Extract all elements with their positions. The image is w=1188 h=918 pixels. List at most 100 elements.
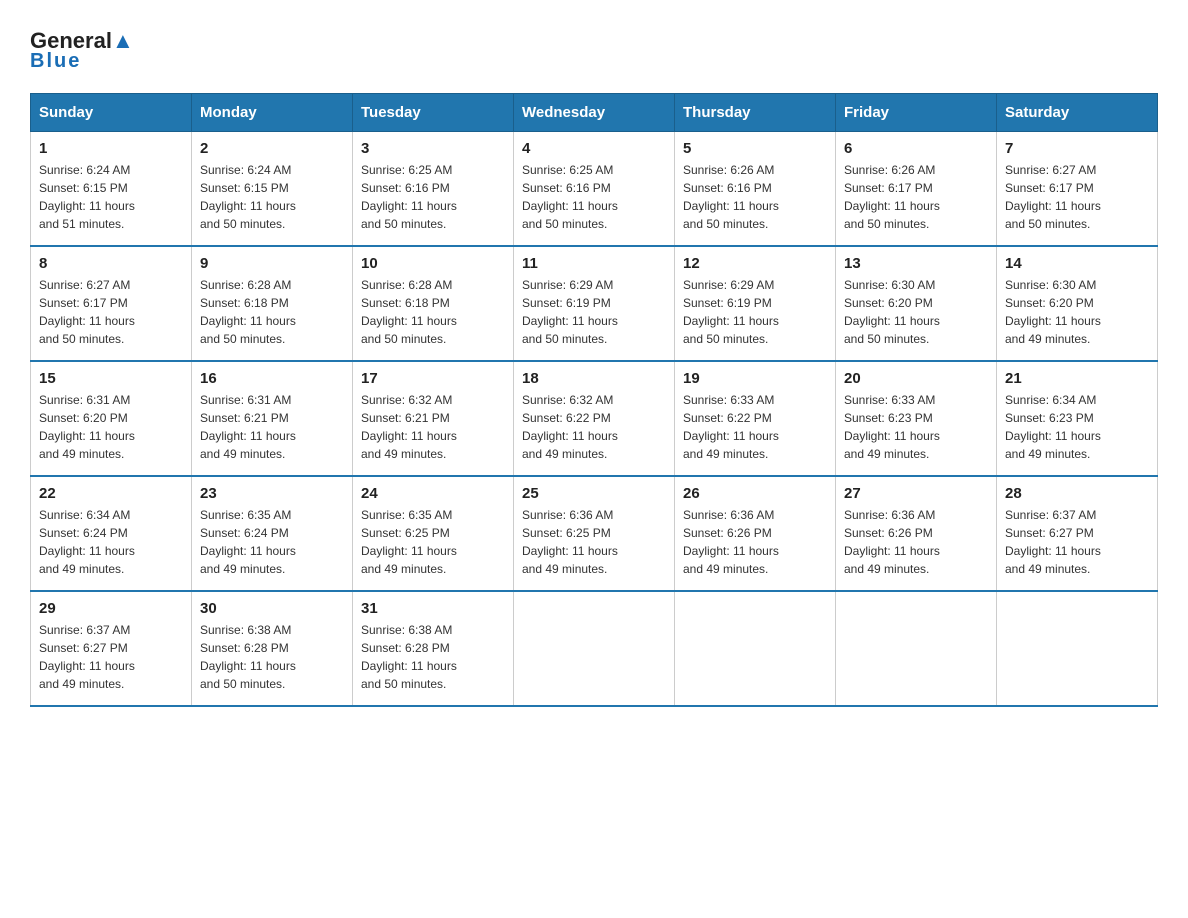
- day-info: Sunrise: 6:25 AM Sunset: 6:16 PM Dayligh…: [522, 161, 666, 233]
- day-info: Sunrise: 6:36 AM Sunset: 6:26 PM Dayligh…: [844, 506, 988, 578]
- day-number: 25: [522, 485, 666, 502]
- week-row-5: 29 Sunrise: 6:37 AM Sunset: 6:27 PM Dayl…: [31, 591, 1158, 706]
- day-number: 20: [844, 370, 988, 387]
- day-info: Sunrise: 6:33 AM Sunset: 6:22 PM Dayligh…: [683, 391, 827, 463]
- calendar-cell: 11 Sunrise: 6:29 AM Sunset: 6:19 PM Dayl…: [514, 246, 675, 361]
- calendar-cell: 14 Sunrise: 6:30 AM Sunset: 6:20 PM Dayl…: [997, 246, 1158, 361]
- calendar-cell: 21 Sunrise: 6:34 AM Sunset: 6:23 PM Dayl…: [997, 361, 1158, 476]
- calendar-cell: 20 Sunrise: 6:33 AM Sunset: 6:23 PM Dayl…: [836, 361, 997, 476]
- calendar-cell: 19 Sunrise: 6:33 AM Sunset: 6:22 PM Dayl…: [675, 361, 836, 476]
- day-number: 15: [39, 370, 183, 387]
- day-number: 1: [39, 140, 183, 157]
- calendar-cell: 25 Sunrise: 6:36 AM Sunset: 6:25 PM Dayl…: [514, 476, 675, 591]
- weekday-sunday: Sunday: [31, 94, 192, 132]
- day-number: 17: [361, 370, 505, 387]
- logo-text: General▲: [30, 30, 134, 52]
- day-number: 13: [844, 255, 988, 272]
- weekday-saturday: Saturday: [997, 94, 1158, 132]
- calendar-cell: 10 Sunrise: 6:28 AM Sunset: 6:18 PM Dayl…: [353, 246, 514, 361]
- day-info: Sunrise: 6:24 AM Sunset: 6:15 PM Dayligh…: [200, 161, 344, 233]
- calendar-cell: 15 Sunrise: 6:31 AM Sunset: 6:20 PM Dayl…: [31, 361, 192, 476]
- day-number: 7: [1005, 140, 1149, 157]
- day-info: Sunrise: 6:30 AM Sunset: 6:20 PM Dayligh…: [1005, 276, 1149, 348]
- calendar-cell: [836, 591, 997, 706]
- logo: General▲ Blue: [30, 30, 134, 73]
- calendar-cell: 17 Sunrise: 6:32 AM Sunset: 6:21 PM Dayl…: [353, 361, 514, 476]
- page-header: General▲ Blue: [30, 30, 1158, 73]
- day-number: 21: [1005, 370, 1149, 387]
- day-number: 16: [200, 370, 344, 387]
- day-info: Sunrise: 6:33 AM Sunset: 6:23 PM Dayligh…: [844, 391, 988, 463]
- day-number: 8: [39, 255, 183, 272]
- day-info: Sunrise: 6:32 AM Sunset: 6:22 PM Dayligh…: [522, 391, 666, 463]
- day-number: 28: [1005, 485, 1149, 502]
- calendar-cell: 1 Sunrise: 6:24 AM Sunset: 6:15 PM Dayli…: [31, 132, 192, 247]
- calendar-cell: 16 Sunrise: 6:31 AM Sunset: 6:21 PM Dayl…: [192, 361, 353, 476]
- day-number: 12: [683, 255, 827, 272]
- calendar-cell: 28 Sunrise: 6:37 AM Sunset: 6:27 PM Dayl…: [997, 476, 1158, 591]
- calendar-cell: 13 Sunrise: 6:30 AM Sunset: 6:20 PM Dayl…: [836, 246, 997, 361]
- calendar-cell: [514, 591, 675, 706]
- day-info: Sunrise: 6:36 AM Sunset: 6:26 PM Dayligh…: [683, 506, 827, 578]
- day-info: Sunrise: 6:30 AM Sunset: 6:20 PM Dayligh…: [844, 276, 988, 348]
- day-info: Sunrise: 6:38 AM Sunset: 6:28 PM Dayligh…: [200, 621, 344, 693]
- calendar-cell: 9 Sunrise: 6:28 AM Sunset: 6:18 PM Dayli…: [192, 246, 353, 361]
- calendar-cell: 12 Sunrise: 6:29 AM Sunset: 6:19 PM Dayl…: [675, 246, 836, 361]
- calendar-cell: 24 Sunrise: 6:35 AM Sunset: 6:25 PM Dayl…: [353, 476, 514, 591]
- weekday-tuesday: Tuesday: [353, 94, 514, 132]
- day-info: Sunrise: 6:31 AM Sunset: 6:21 PM Dayligh…: [200, 391, 344, 463]
- day-info: Sunrise: 6:35 AM Sunset: 6:24 PM Dayligh…: [200, 506, 344, 578]
- day-number: 6: [844, 140, 988, 157]
- day-number: 27: [844, 485, 988, 502]
- day-number: 5: [683, 140, 827, 157]
- day-info: Sunrise: 6:24 AM Sunset: 6:15 PM Dayligh…: [39, 161, 183, 233]
- calendar-cell: 22 Sunrise: 6:34 AM Sunset: 6:24 PM Dayl…: [31, 476, 192, 591]
- day-info: Sunrise: 6:27 AM Sunset: 6:17 PM Dayligh…: [1005, 161, 1149, 233]
- day-number: 9: [200, 255, 344, 272]
- calendar-cell: 31 Sunrise: 6:38 AM Sunset: 6:28 PM Dayl…: [353, 591, 514, 706]
- day-number: 10: [361, 255, 505, 272]
- day-info: Sunrise: 6:27 AM Sunset: 6:17 PM Dayligh…: [39, 276, 183, 348]
- day-info: Sunrise: 6:26 AM Sunset: 6:17 PM Dayligh…: [844, 161, 988, 233]
- day-number: 14: [1005, 255, 1149, 272]
- day-info: Sunrise: 6:32 AM Sunset: 6:21 PM Dayligh…: [361, 391, 505, 463]
- calendar-cell: 27 Sunrise: 6:36 AM Sunset: 6:26 PM Dayl…: [836, 476, 997, 591]
- calendar-cell: 5 Sunrise: 6:26 AM Sunset: 6:16 PM Dayli…: [675, 132, 836, 247]
- day-number: 4: [522, 140, 666, 157]
- calendar-cell: 30 Sunrise: 6:38 AM Sunset: 6:28 PM Dayl…: [192, 591, 353, 706]
- week-row-4: 22 Sunrise: 6:34 AM Sunset: 6:24 PM Dayl…: [31, 476, 1158, 591]
- weekday-monday: Monday: [192, 94, 353, 132]
- day-info: Sunrise: 6:29 AM Sunset: 6:19 PM Dayligh…: [522, 276, 666, 348]
- calendar-cell: 26 Sunrise: 6:36 AM Sunset: 6:26 PM Dayl…: [675, 476, 836, 591]
- day-number: 30: [200, 600, 344, 617]
- day-info: Sunrise: 6:34 AM Sunset: 6:24 PM Dayligh…: [39, 506, 183, 578]
- weekday-thursday: Thursday: [675, 94, 836, 132]
- day-number: 22: [39, 485, 183, 502]
- day-number: 31: [361, 600, 505, 617]
- day-number: 23: [200, 485, 344, 502]
- day-number: 26: [683, 485, 827, 502]
- calendar-cell: 4 Sunrise: 6:25 AM Sunset: 6:16 PM Dayli…: [514, 132, 675, 247]
- day-number: 24: [361, 485, 505, 502]
- weekday-friday: Friday: [836, 94, 997, 132]
- day-info: Sunrise: 6:31 AM Sunset: 6:20 PM Dayligh…: [39, 391, 183, 463]
- day-info: Sunrise: 6:29 AM Sunset: 6:19 PM Dayligh…: [683, 276, 827, 348]
- calendar-cell: 6 Sunrise: 6:26 AM Sunset: 6:17 PM Dayli…: [836, 132, 997, 247]
- day-info: Sunrise: 6:36 AM Sunset: 6:25 PM Dayligh…: [522, 506, 666, 578]
- logo-triangle-icon: ▲: [112, 28, 134, 53]
- calendar-table: SundayMondayTuesdayWednesdayThursdayFrid…: [30, 93, 1158, 707]
- day-info: Sunrise: 6:37 AM Sunset: 6:27 PM Dayligh…: [1005, 506, 1149, 578]
- calendar-cell: [675, 591, 836, 706]
- day-info: Sunrise: 6:34 AM Sunset: 6:23 PM Dayligh…: [1005, 391, 1149, 463]
- week-row-1: 1 Sunrise: 6:24 AM Sunset: 6:15 PM Dayli…: [31, 132, 1158, 247]
- day-info: Sunrise: 6:37 AM Sunset: 6:27 PM Dayligh…: [39, 621, 183, 693]
- week-row-2: 8 Sunrise: 6:27 AM Sunset: 6:17 PM Dayli…: [31, 246, 1158, 361]
- day-number: 3: [361, 140, 505, 157]
- day-info: Sunrise: 6:25 AM Sunset: 6:16 PM Dayligh…: [361, 161, 505, 233]
- calendar-cell: 8 Sunrise: 6:27 AM Sunset: 6:17 PM Dayli…: [31, 246, 192, 361]
- weekday-wednesday: Wednesday: [514, 94, 675, 132]
- calendar-cell: 23 Sunrise: 6:35 AM Sunset: 6:24 PM Dayl…: [192, 476, 353, 591]
- calendar-cell: 2 Sunrise: 6:24 AM Sunset: 6:15 PM Dayli…: [192, 132, 353, 247]
- day-info: Sunrise: 6:28 AM Sunset: 6:18 PM Dayligh…: [361, 276, 505, 348]
- day-number: 19: [683, 370, 827, 387]
